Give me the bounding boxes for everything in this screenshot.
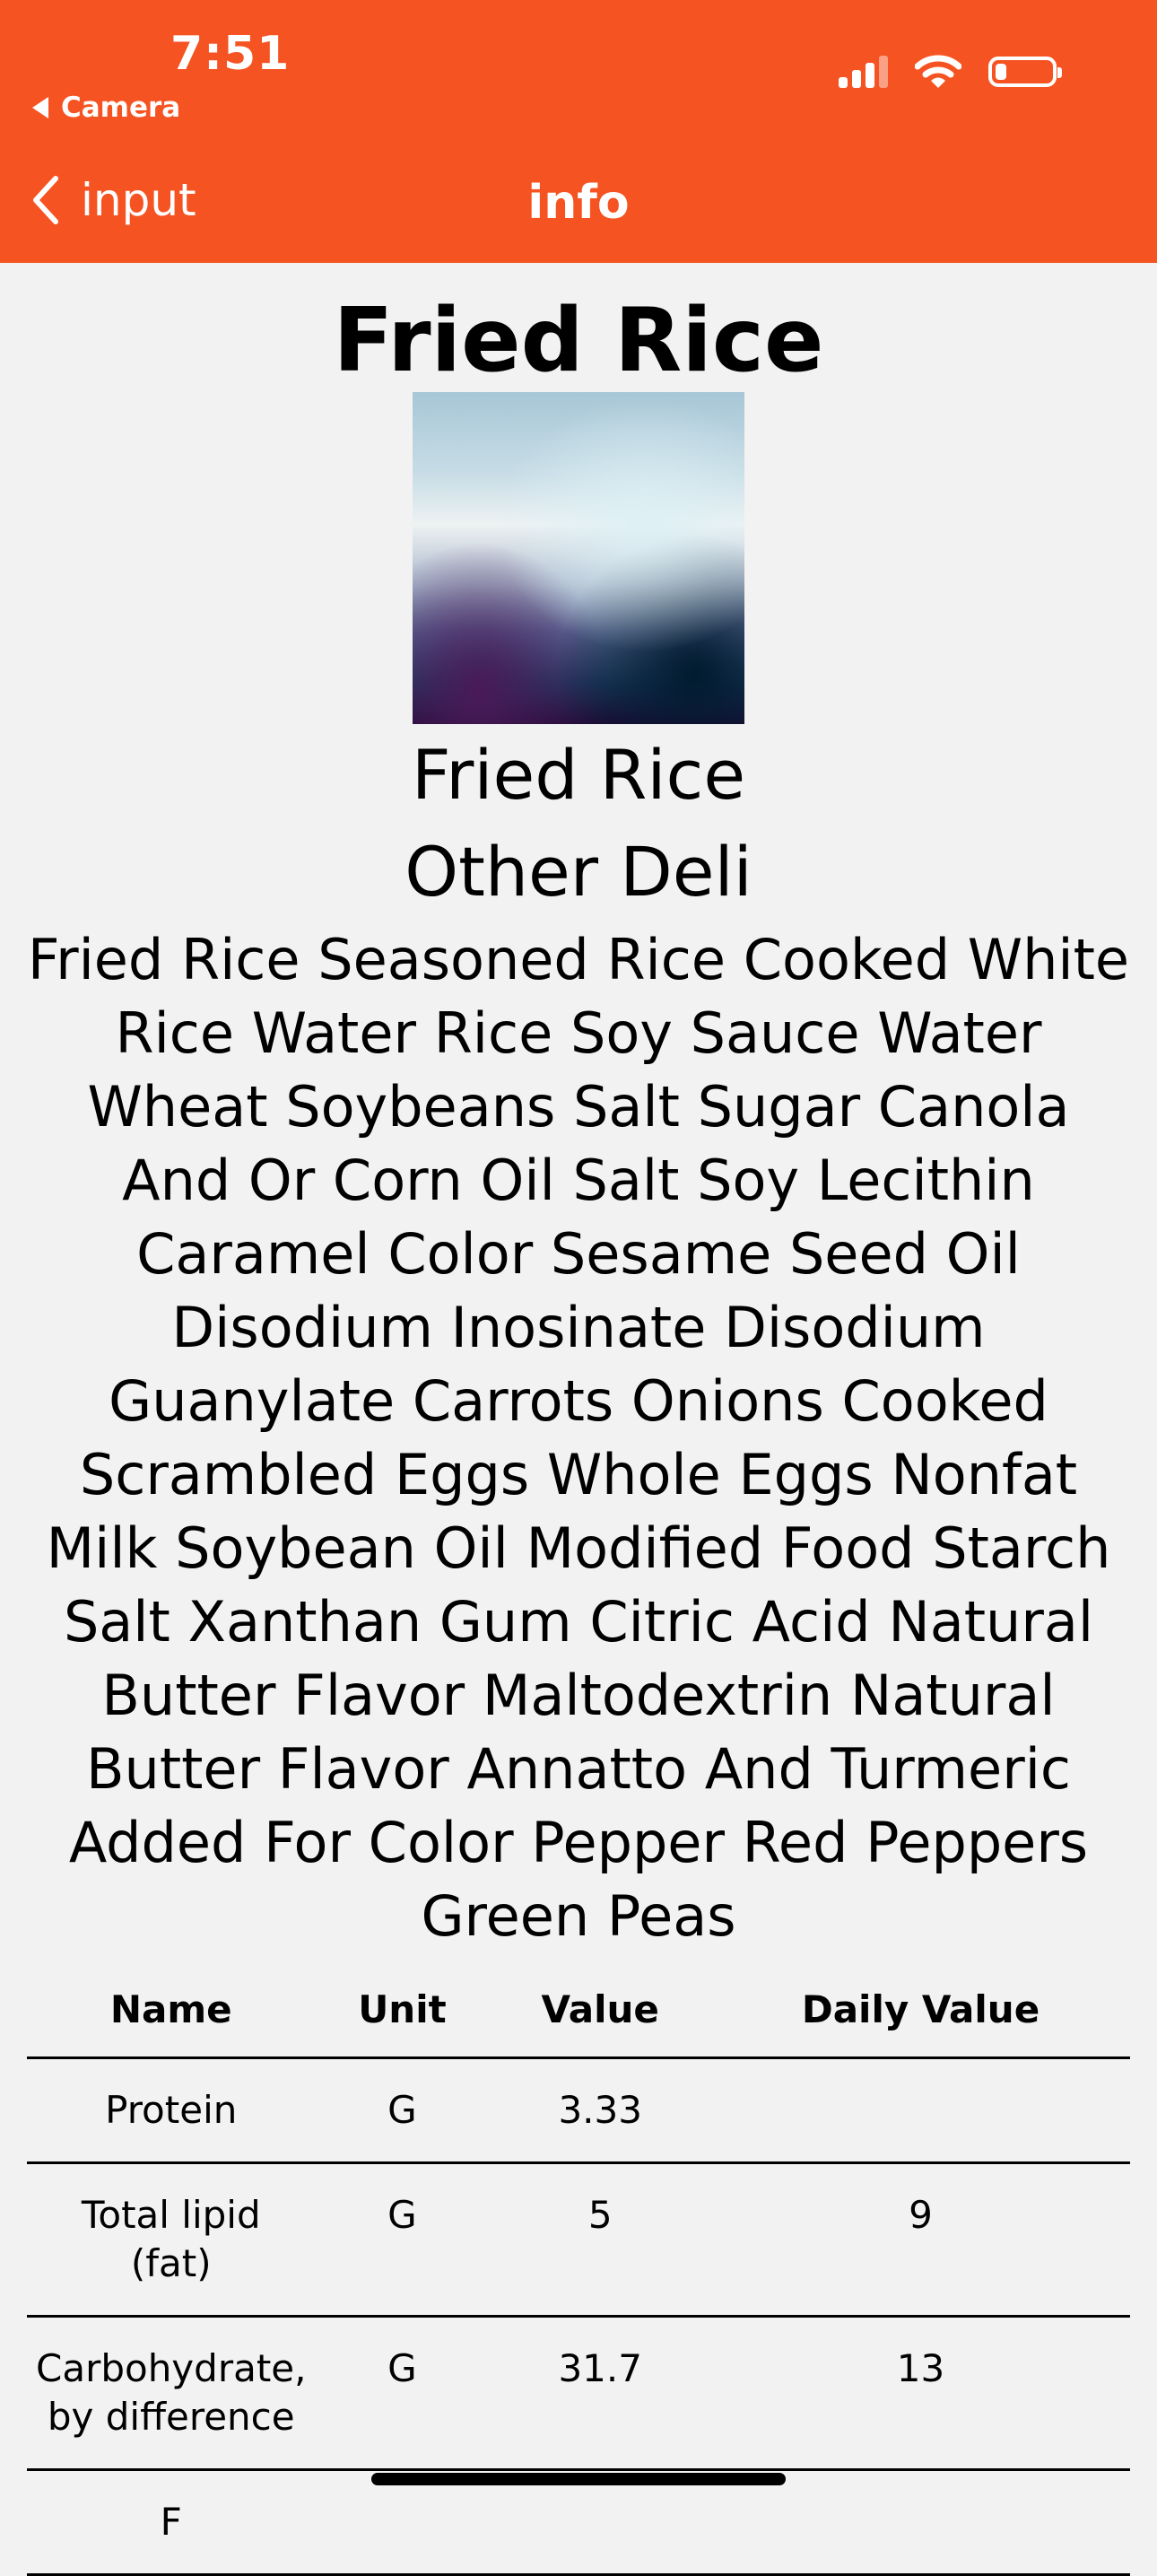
nutrient-unit: G	[315, 2316, 490, 2471]
app-header: 7:51 Camera input info	[0, 0, 1157, 263]
table-row: Protein G 3.33	[27, 2057, 1130, 2164]
wifi-icon	[915, 55, 961, 88]
nav-title: info	[527, 176, 630, 230]
food-name: Fried Rice	[411, 735, 746, 815]
food-image	[413, 392, 744, 724]
table-row: Carbohydrate, by difference G 31.7 13	[27, 2316, 1130, 2471]
status-time: 7:51	[170, 27, 291, 81]
back-to-camera-label: Camera	[61, 92, 181, 124]
header-name: Name	[27, 1962, 316, 2059]
nutrient-name: F	[27, 2469, 316, 2576]
food-info-content: Fried Rice Fried Rice Other Deli Fried R…	[0, 263, 1157, 2576]
back-triangle-icon	[32, 97, 48, 118]
battery-icon	[988, 57, 1062, 87]
cellular-signal-icon	[839, 56, 888, 88]
nutrient-name: Carbohydrate, by difference	[27, 2316, 316, 2471]
food-title: Fried Rice	[333, 290, 824, 392]
nutrient-name: Total lipid (fat)	[27, 2162, 316, 2318]
nutrient-value: 31.7	[489, 2316, 712, 2471]
home-indicator[interactable]	[371, 2473, 786, 2485]
nutrient-value	[489, 2469, 712, 2576]
nutrient-value: 5	[489, 2162, 712, 2318]
battery-fill	[996, 64, 1006, 80]
ingredients-text: Fried Rice Seasoned Rice Cooked White Ri…	[27, 927, 1130, 1949]
header-value: Value	[489, 1962, 712, 2059]
nutrient-value: 3.33	[489, 2057, 712, 2164]
table-row: Total lipid (fat) G 5 9	[27, 2162, 1130, 2318]
nutrient-daily-value: 13	[711, 2316, 1130, 2471]
table-header-row: Name Unit Value Daily Value	[27, 1962, 1130, 2059]
nutrient-unit	[315, 2469, 490, 2576]
nutrient-daily-value: 9	[711, 2162, 1130, 2318]
nutrient-daily-value	[711, 2469, 1130, 2576]
back-to-camera-link[interactable]: Camera	[32, 92, 180, 124]
table-row: F	[27, 2469, 1130, 2576]
header-unit: Unit	[315, 1962, 490, 2059]
header-daily-value: Daily Value	[711, 1962, 1130, 2059]
nutrient-name: Protein	[27, 2057, 316, 2164]
nutrient-unit: G	[315, 2057, 490, 2164]
nutrient-daily-value	[711, 2057, 1130, 2164]
food-category: Other Deli	[405, 832, 752, 912]
status-icons	[839, 54, 1062, 90]
nutrient-unit: G	[315, 2162, 490, 2318]
